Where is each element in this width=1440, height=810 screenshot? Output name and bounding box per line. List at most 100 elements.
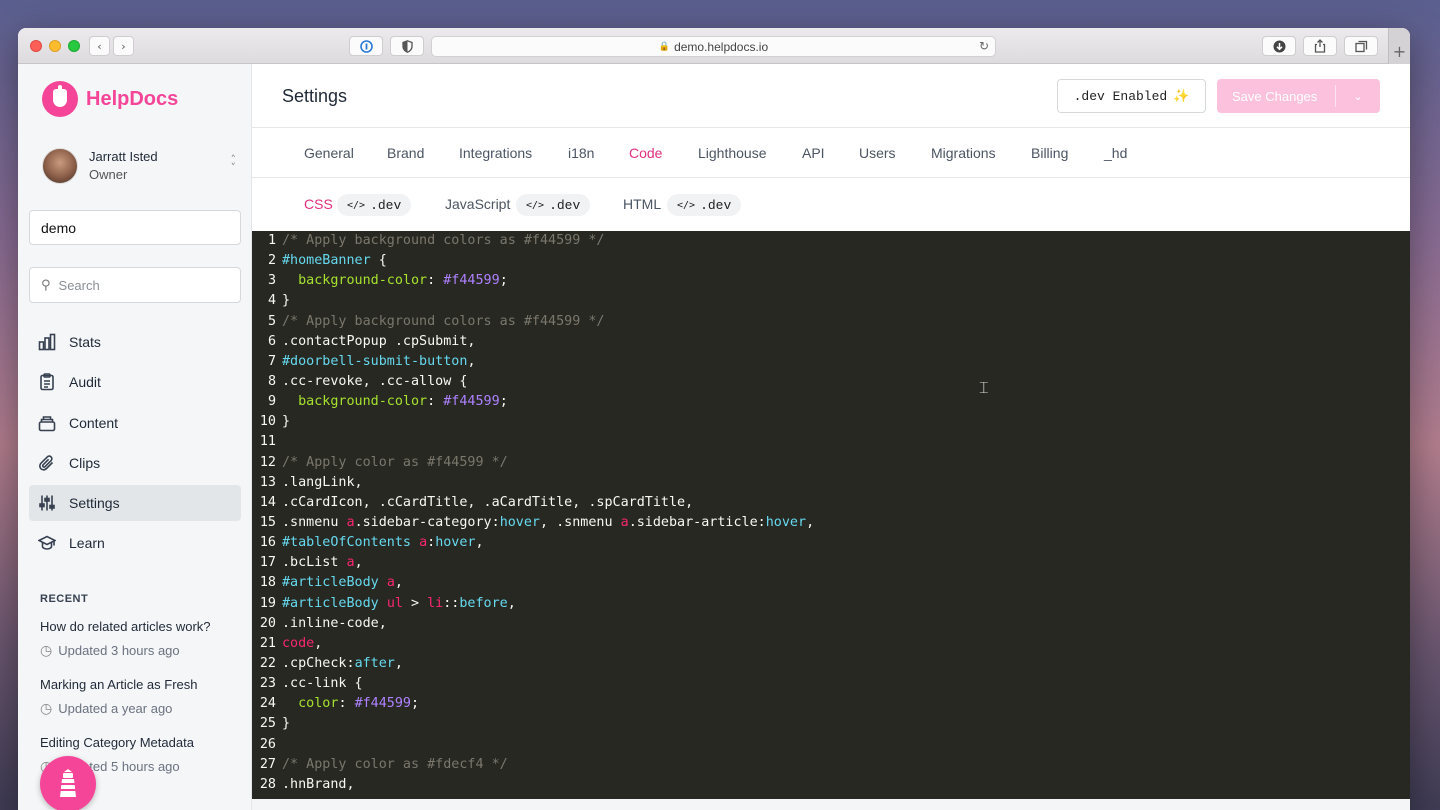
search-icon: ⚲	[41, 277, 51, 293]
paperclip-icon	[38, 454, 56, 472]
settings-tabs: General Brand Integrations i18n Code Lig…	[252, 128, 1410, 178]
javascript-dev-pill[interactable]: </> .dev	[516, 194, 591, 216]
code-line[interactable]: 28 .hnBrand,	[252, 775, 1410, 795]
line-number: 9	[267, 394, 276, 410]
code-line[interactable]: 3 background-color: #f44599;	[252, 271, 1410, 291]
line-number: 21	[259, 635, 276, 651]
code-line[interactable]: 18 #articleBody a,	[252, 573, 1410, 593]
code-line[interactable]: 4}	[252, 291, 1410, 311]
list-item[interactable]: Marking an Article as Fresh ◷ Updated a y…	[40, 676, 240, 718]
code-line[interactable]: 8 .cc-revoke, .cc-allow {	[252, 372, 1410, 392]
html-dev-pill[interactable]: </> .dev	[667, 194, 742, 216]
tab-lighthouse[interactable]: Lighthouse	[698, 145, 767, 161]
tab-billing[interactable]: Billing	[1031, 145, 1068, 161]
address-bar[interactable]: 🔒 demo.helpdocs.io ↻	[431, 36, 996, 57]
line-number: 15	[259, 514, 276, 530]
search-input[interactable]	[58, 277, 229, 293]
line-number: 1	[267, 233, 276, 248]
subtab-css[interactable]: CSS	[304, 196, 333, 212]
lighthouse-widget-button[interactable]	[40, 756, 96, 810]
recent-article-title[interactable]: Marking an Article as Fresh	[40, 676, 240, 694]
code-line[interactable]: 17 .bcList a,	[252, 553, 1410, 573]
password-extension-icon[interactable]	[349, 36, 383, 56]
code-line[interactable]: 23 .cc-link {	[252, 674, 1410, 694]
code-line[interactable]: 12 /* Apply color as #f44599 */	[252, 453, 1410, 473]
subtab-html[interactable]: HTML	[623, 196, 661, 212]
line-number: 14	[259, 494, 276, 510]
list-item[interactable]: How do related articles work? ◷ Updated 3…	[40, 618, 240, 660]
code-line[interactable]: 24 color: #f44599;	[252, 694, 1410, 714]
user-role: Owner	[89, 167, 128, 182]
sidebar-item-clips[interactable]: Clips	[29, 445, 241, 481]
code-line[interactable]: 10}	[252, 412, 1410, 432]
privacy-shield-icon[interactable]	[390, 36, 424, 56]
code-line[interactable]: 1 /* Apply background colors as #f44599 *…	[252, 231, 1410, 251]
sidebar-item-learn[interactable]: Learn	[29, 525, 241, 561]
sidebar-item-stats[interactable]: Stats	[29, 324, 241, 360]
helpdocs-logo-icon	[42, 81, 78, 117]
code-text: #articleBody ul > li::before,	[282, 595, 516, 611]
back-icon[interactable]: ‹	[89, 36, 110, 56]
sidebar-item-content[interactable]: Content	[29, 405, 241, 441]
new-tab-icon[interactable]: +	[1388, 28, 1410, 64]
close-window-button[interactable]	[30, 40, 42, 52]
tab-brand[interactable]: Brand	[387, 145, 424, 161]
code-line[interactable]: 2 #homeBanner {	[252, 251, 1410, 271]
code-line[interactable]: 13 .langLink,	[252, 473, 1410, 493]
tab-integrations[interactable]: Integrations	[459, 145, 532, 161]
share-icon[interactable]	[1303, 36, 1337, 56]
forward-icon[interactable]: ›	[113, 36, 134, 56]
tab-code[interactable]: Code	[629, 145, 662, 161]
site-selector[interactable]: demo	[29, 210, 241, 245]
zoom-window-button[interactable]	[68, 40, 80, 52]
code-line[interactable]: 11	[252, 432, 1410, 452]
search-box[interactable]: ⚲	[29, 267, 241, 303]
tab-api[interactable]: API	[802, 145, 825, 161]
brand-logo[interactable]: HelpDocs	[42, 81, 178, 117]
code-subtabs: CSS </> .dev JavaScript </> .dev HTML </>.…	[252, 178, 1410, 230]
tab-users[interactable]: Users	[859, 145, 896, 161]
code-line[interactable]: 26	[252, 735, 1410, 755]
code-line[interactable]: 20 .inline-code,	[252, 614, 1410, 634]
sidebar-item-settings[interactable]: Settings	[29, 485, 241, 522]
code-line[interactable]: 16 #tableOfContents a:hover,	[252, 533, 1410, 553]
code-line[interactable]: 15 .snmenu a.sidebar-category:hover, .snm…	[252, 513, 1410, 533]
sidebar-item-label: Audit	[69, 374, 101, 391]
code-line[interactable]: 6 .contactPopup .cpSubmit,	[252, 332, 1410, 352]
tab-general[interactable]: General	[304, 145, 354, 161]
code-line[interactable]: 22 .cpCheck:after,	[252, 654, 1410, 674]
code-line[interactable]: 27 /* Apply color as #fdecf4 */	[252, 755, 1410, 775]
dev-enabled-button[interactable]: .dev Enabled ✨	[1057, 79, 1206, 113]
recent-article-title[interactable]: How do related articles work?	[40, 618, 240, 636]
code-line[interactable]: 25}	[252, 714, 1410, 734]
tab-hd[interactable]: _hd	[1104, 145, 1127, 161]
code-text: #homeBanner {	[282, 253, 387, 269]
subtab-javascript[interactable]: JavaScript	[445, 196, 510, 212]
css-code-editor[interactable]: 1 /* Apply background colors as #f44599 *…	[252, 231, 1410, 799]
code-line[interactable]: 7 #doorbell-submit-button,	[252, 352, 1410, 372]
save-changes-button[interactable]: Save Changes ⌄	[1217, 79, 1380, 113]
code-text: }	[282, 716, 291, 732]
brand-name: HelpDocs	[86, 87, 179, 110]
css-dev-pill[interactable]: </> .dev	[337, 194, 412, 216]
recent-article-title[interactable]: Editing Category Metadata	[40, 734, 240, 752]
tab-migrations[interactable]: Migrations	[931, 145, 996, 161]
horizontal-scrollbar[interactable]	[252, 799, 1410, 810]
minimize-window-button[interactable]	[49, 40, 61, 52]
line-number: 3	[267, 273, 276, 289]
code-line[interactable]: 9 background-color: #f44599;	[252, 392, 1410, 412]
chevron-down-icon[interactable]: ⌄	[1336, 90, 1380, 103]
sidebar-item-audit[interactable]: Audit	[29, 364, 241, 400]
code-text: background-color: #f44599;	[298, 394, 508, 410]
user-switcher[interactable]: Jarratt Isted Owner ˄ ˅	[42, 148, 236, 184]
downloads-icon[interactable]	[1262, 36, 1296, 56]
code-line[interactable]: 5 /* Apply background colors as #f44599 *…	[252, 312, 1410, 332]
reload-icon[interactable]: ↻	[979, 39, 989, 53]
code-line[interactable]: 19 #articleBody ul > li::before,	[252, 594, 1410, 614]
sidebar-item-label: Stats	[69, 334, 101, 350]
tab-i18n[interactable]: i18n	[568, 145, 594, 161]
code-line[interactable]: 14 .cCardIcon, .cCardTitle, .aCardTitle, …	[252, 493, 1410, 513]
code-line[interactable]: 21 code,	[252, 634, 1410, 654]
tabs-overview-icon[interactable]	[1344, 36, 1378, 56]
sliders-icon	[38, 494, 56, 512]
